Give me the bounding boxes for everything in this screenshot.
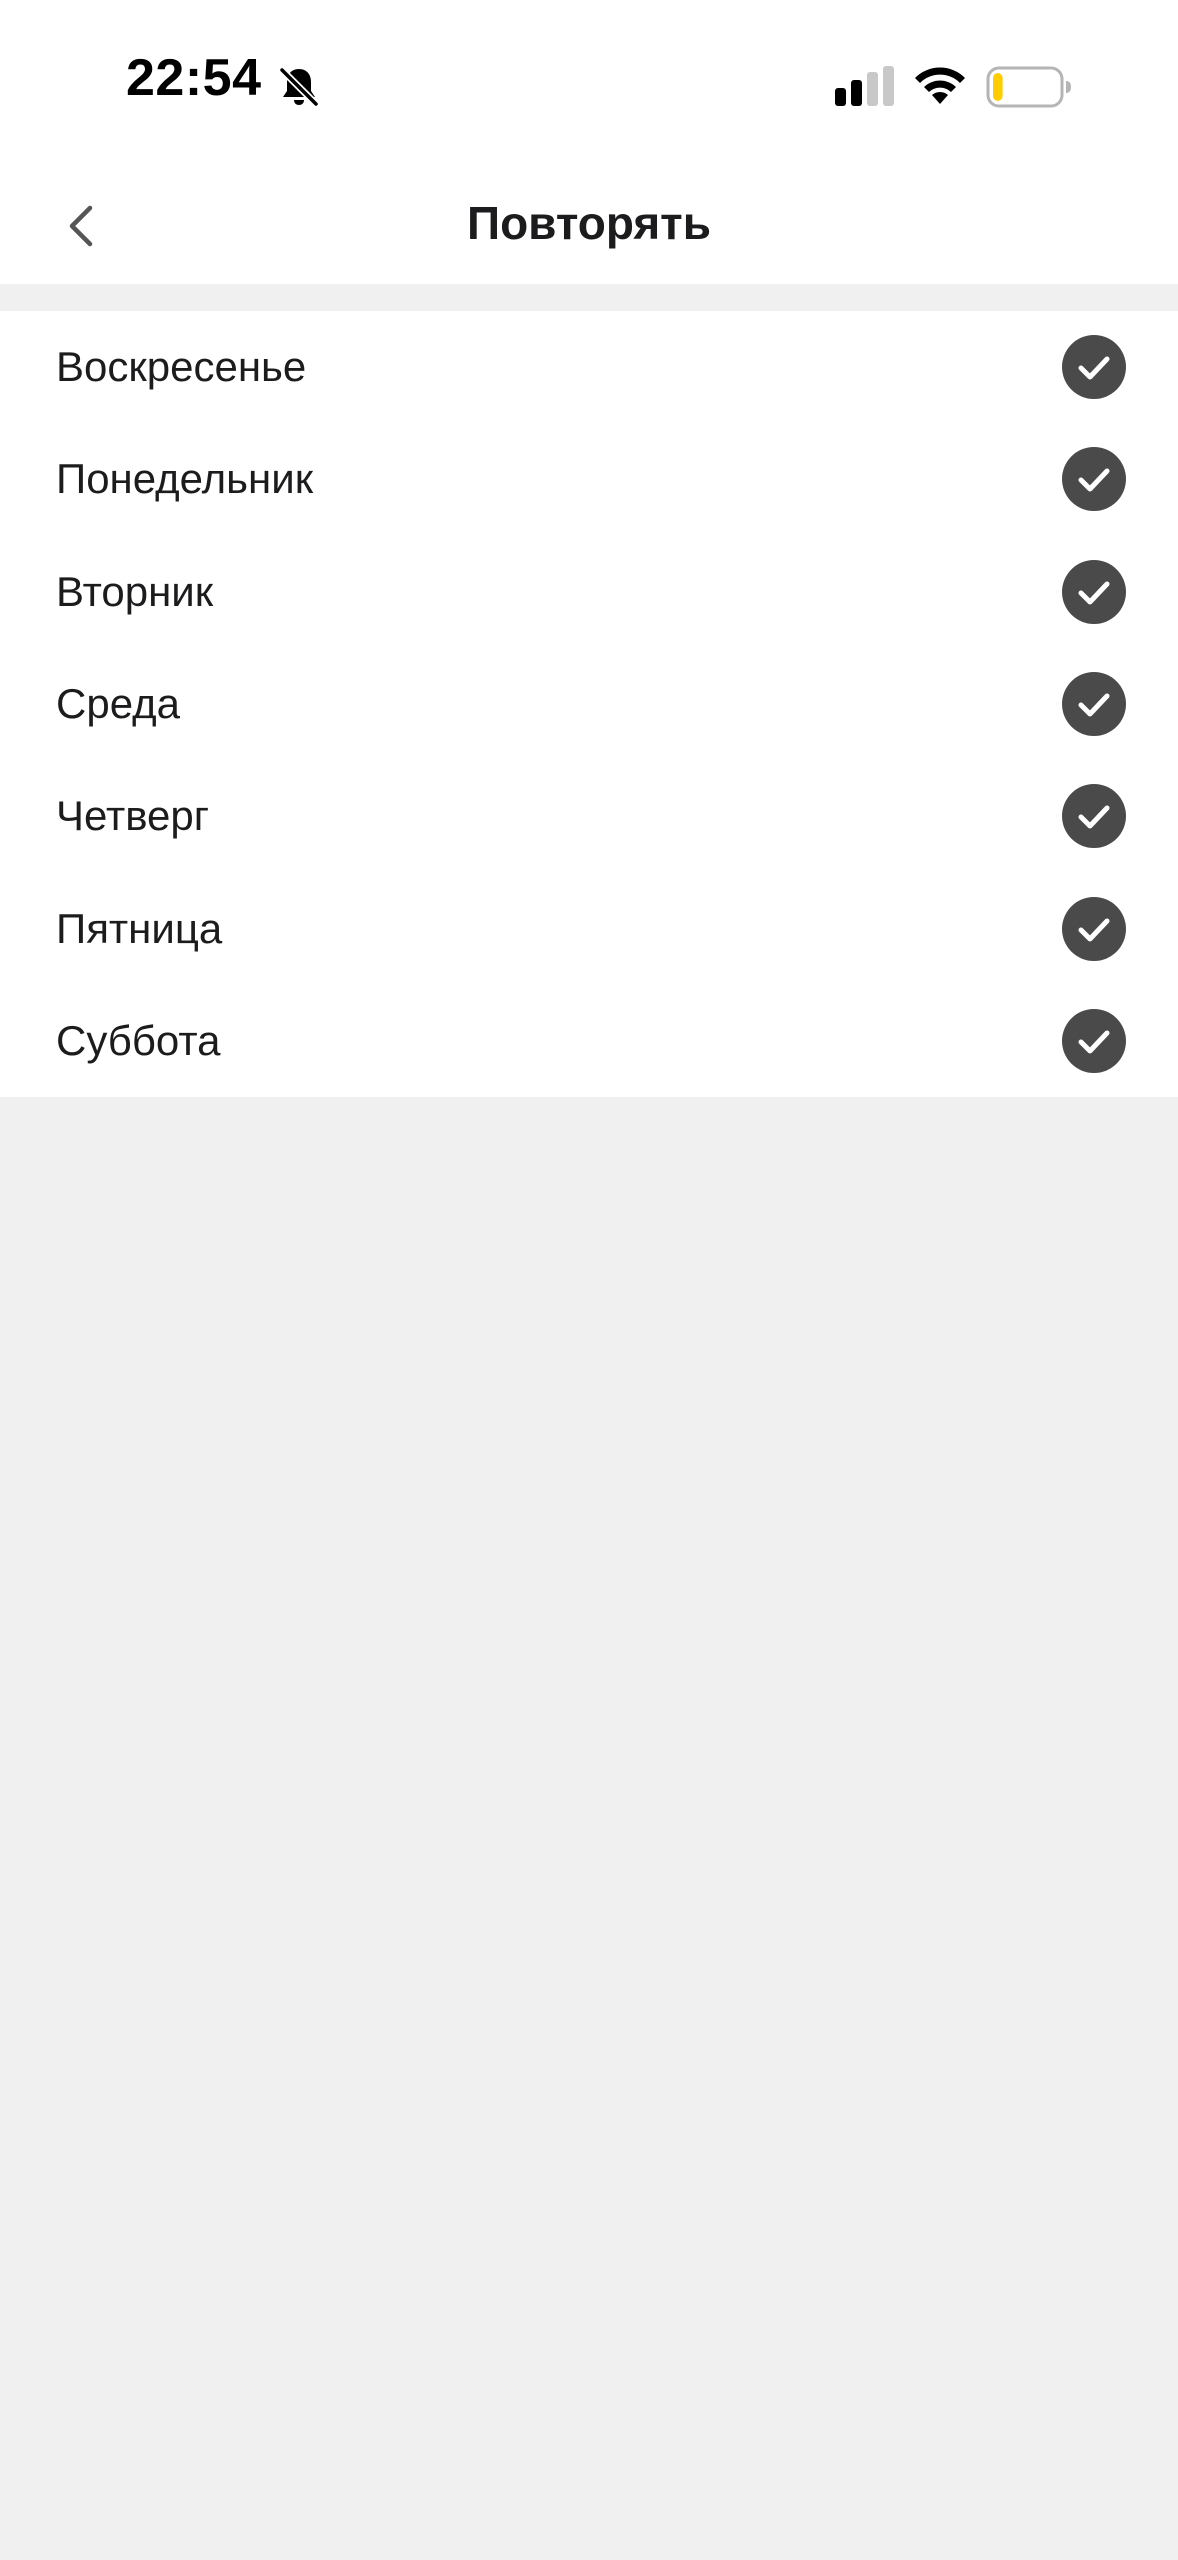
wifi-icon (915, 67, 965, 104)
day-label: Понедельник (56, 455, 314, 503)
day-row-friday[interactable]: Пятница (0, 872, 1178, 984)
day-row-sunday[interactable]: Воскресенье (0, 311, 1178, 423)
nav-bar: Повторять (0, 170, 1178, 284)
check-circle-icon[interactable] (1062, 1008, 1126, 1073)
check-circle-icon[interactable] (1062, 896, 1126, 961)
page-title: Повторять (467, 197, 711, 249)
signal-icon (835, 66, 894, 106)
day-row-wednesday[interactable]: Среда (0, 648, 1178, 760)
check-circle-icon[interactable] (1062, 784, 1126, 849)
check-circle-icon[interactable] (1062, 559, 1126, 624)
day-label: Воскресенье (56, 343, 307, 391)
day-list: Воскресенье Понедельник Вторник Среда Че… (0, 311, 1178, 1098)
day-row-saturday[interactable]: Суббота (0, 985, 1178, 1097)
battery-icon (986, 66, 1071, 108)
check-circle-icon[interactable] (1062, 672, 1126, 737)
status-bar: 22:54 (0, 0, 1178, 170)
day-row-monday[interactable]: Понедельник (0, 423, 1178, 535)
check-circle-icon[interactable] (1062, 335, 1126, 400)
status-time: 22:54 (126, 49, 262, 107)
day-label: Вторник (56, 567, 214, 615)
day-label: Четверг (56, 792, 210, 840)
bell-slash-icon (278, 66, 320, 108)
day-label: Среда (56, 680, 180, 728)
day-row-thursday[interactable]: Четверг (0, 760, 1178, 872)
day-label: Пятница (56, 904, 223, 952)
day-label: Суббота (56, 1016, 221, 1064)
day-row-tuesday[interactable]: Вторник (0, 536, 1178, 648)
check-circle-icon[interactable] (1062, 447, 1126, 512)
